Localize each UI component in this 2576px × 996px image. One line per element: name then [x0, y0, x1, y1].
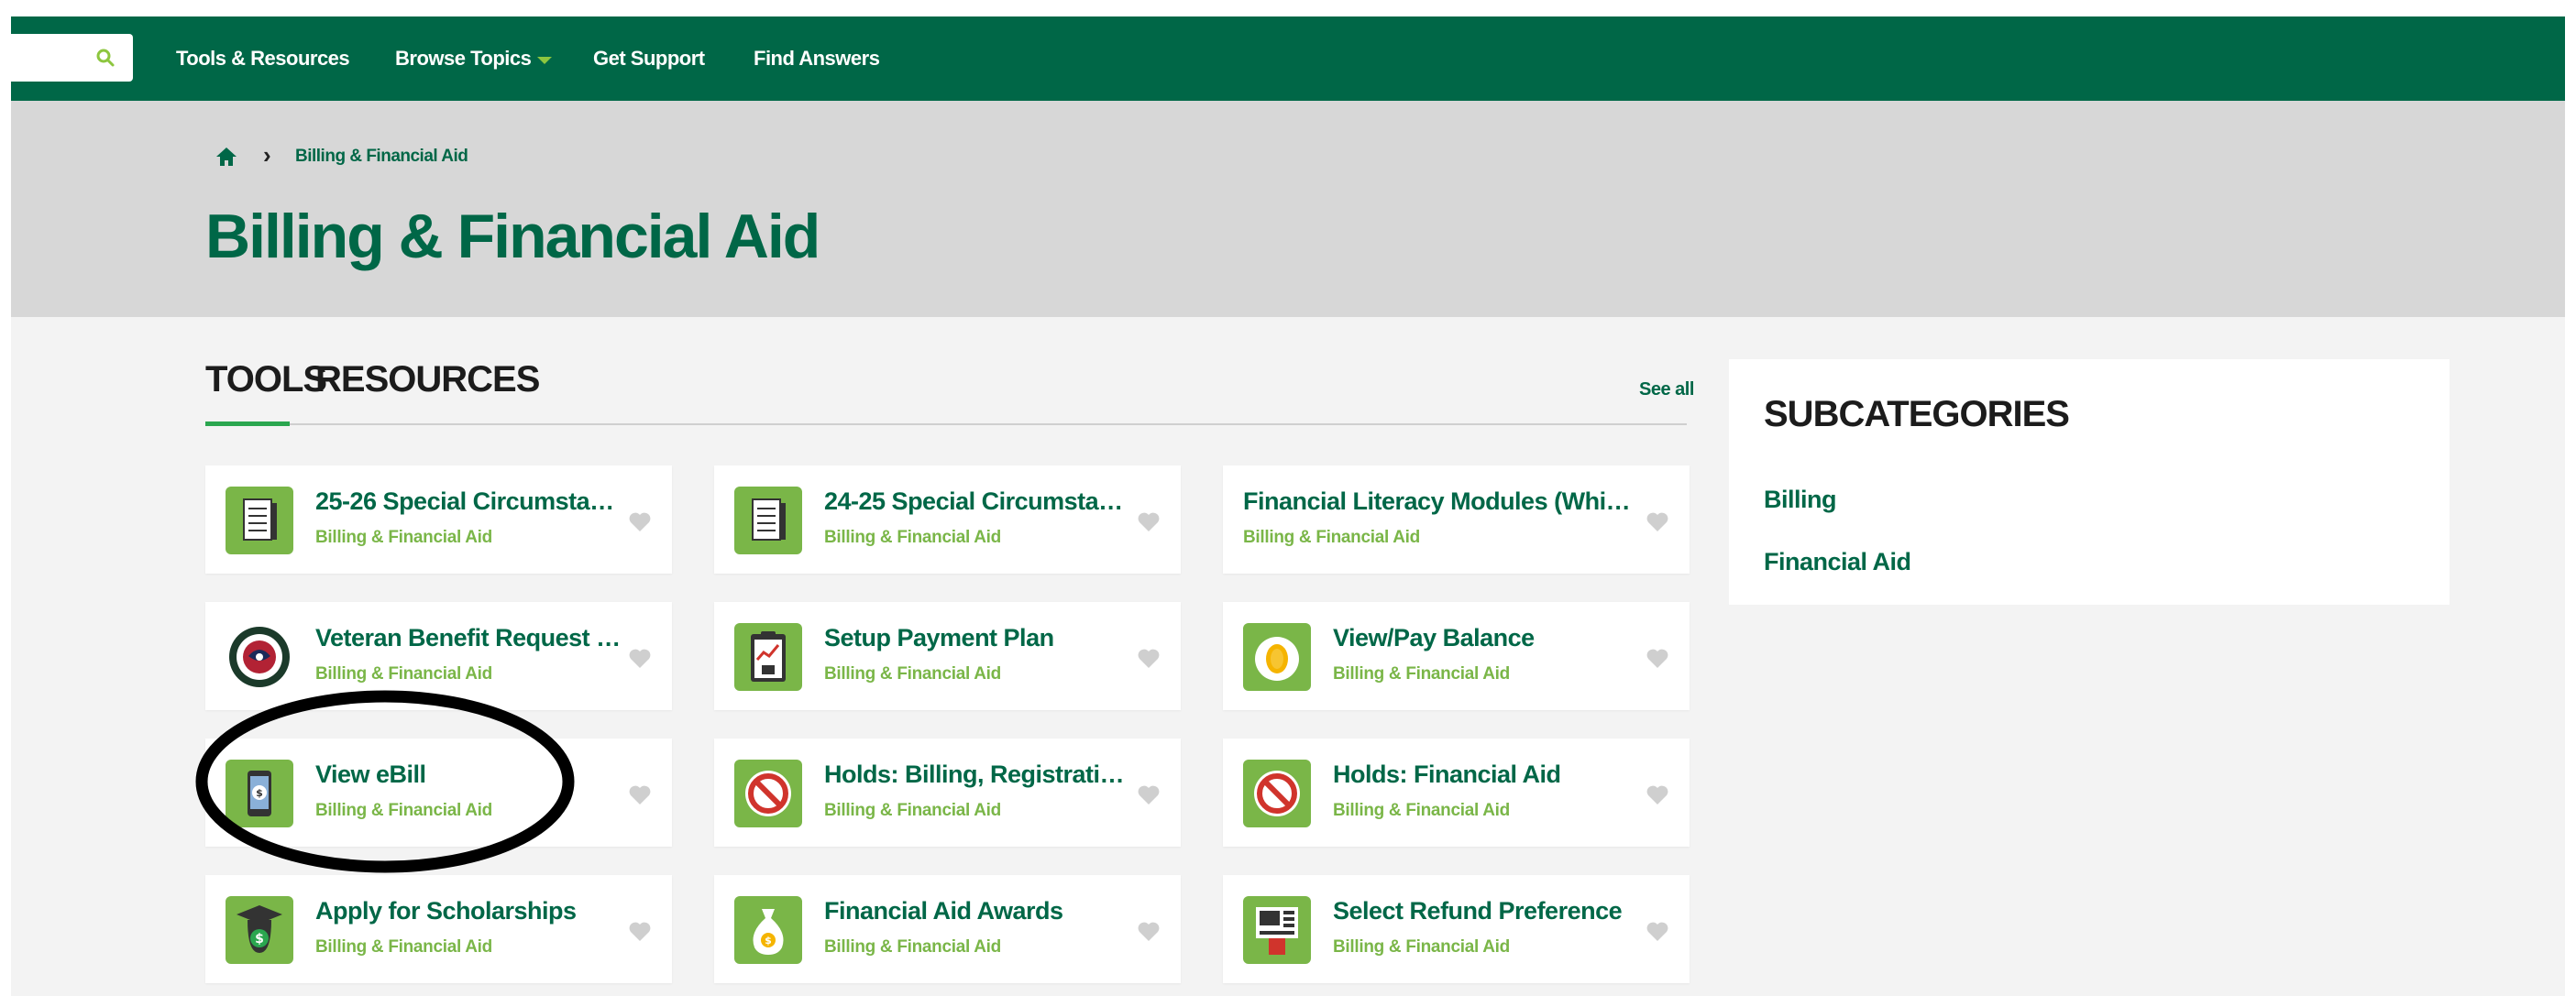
heart-icon[interactable] — [1646, 784, 1669, 806]
card-title[interactable]: Financial Literacy Modules (WhichWay) — [1243, 486, 1637, 517]
card-category: Billing & Financial Aid — [824, 937, 1001, 957]
heart-icon[interactable] — [1137, 511, 1161, 533]
card-category: Billing & Financial Aid — [315, 801, 492, 820]
card-category: Billing & Financial Aid — [824, 664, 1001, 684]
breadcrumb-current[interactable]: Billing & Financial Aid — [295, 147, 468, 167]
tool-card[interactable]: Setup Payment Plan Billing & Financial A… — [714, 602, 1181, 710]
tool-card[interactable]: $ Apply for Scholarships Billing & Finan… — [205, 875, 672, 983]
atm-icon — [1243, 896, 1311, 964]
graduation-money-icon: $ — [226, 896, 293, 964]
card-title[interactable]: Select Refund Preference — [1333, 895, 1645, 926]
card-title[interactable]: 25-26 Special Circumstance Request Form — [315, 486, 627, 517]
see-all-link[interactable]: See all — [1639, 379, 1694, 400]
card-title[interactable]: Apply for Scholarships — [315, 895, 627, 926]
tool-card[interactable]: Holds: Billing, Registration, Academic B… — [714, 739, 1181, 847]
subcategories-heading: SUBCATEGORIES — [1764, 394, 2070, 434]
top-navigation-bar: Tools & Resources Browse Topics Get Supp… — [11, 16, 2565, 101]
card-title[interactable]: Holds: Financial Aid — [1333, 759, 1645, 790]
heart-icon[interactable] — [1646, 648, 1669, 670]
page-header-banner: › Billing & Financial Aid Billing & Fina… — [11, 101, 2565, 317]
subcategory-link-financial-aid[interactable]: Financial Aid — [1764, 548, 1911, 576]
tool-card[interactable]: Holds: Financial Aid Billing & Financial… — [1223, 739, 1690, 847]
card-category: Billing & Financial Aid — [1243, 528, 1420, 547]
tab-resources[interactable]: RESOURCES — [315, 357, 540, 401]
tool-card[interactable]: $ Financial Aid Awards Billing & Financi… — [714, 875, 1181, 983]
prohibited-icon — [1243, 760, 1311, 827]
heart-icon[interactable] — [628, 921, 652, 943]
tool-card[interactable]: Financial Literacy Modules (WhichWay) Bi… — [1223, 465, 1690, 574]
subcategory-link-billing[interactable]: Billing — [1764, 486, 1837, 514]
heart-icon[interactable] — [1646, 511, 1669, 533]
tool-card[interactable]: Select Refund Preference Billing & Finan… — [1223, 875, 1690, 983]
clipboard-chart-icon — [734, 623, 802, 691]
page-title: Billing & Financial Aid — [205, 202, 820, 271]
active-tab-indicator — [205, 421, 290, 426]
heart-icon[interactable] — [628, 511, 652, 533]
heart-icon[interactable] — [1137, 648, 1161, 670]
veteran-seal-icon — [226, 623, 293, 691]
nav-get-support[interactable]: Get Support — [593, 42, 705, 75]
card-title[interactable]: Holds: Billing, Registration, Academic — [824, 759, 1136, 790]
card-category: Billing & Financial Aid — [824, 801, 1001, 820]
heart-icon[interactable] — [628, 648, 652, 670]
card-title[interactable]: Financial Aid Awards — [824, 895, 1136, 926]
heart-icon[interactable] — [1137, 921, 1161, 943]
card-category: Billing & Financial Aid — [315, 528, 492, 547]
subcategories-panel: SUBCATEGORIES Billing Financial Aid — [1729, 359, 2449, 605]
card-category: Billing & Financial Aid — [1333, 937, 1510, 957]
card-category: Billing & Financial Aid — [824, 528, 1001, 547]
money-bag-icon: $ — [734, 896, 802, 964]
home-icon[interactable] — [215, 145, 238, 169]
heart-icon[interactable] — [1646, 921, 1669, 943]
browser-viewport: Tools & Resources Browse Topics Get Supp… — [11, 16, 2565, 996]
nav-browse-topics[interactable]: Browse Topics — [395, 42, 532, 75]
card-category: Billing & Financial Aid — [1333, 664, 1510, 684]
nav-tools-resources[interactable]: Tools & Resources — [176, 42, 350, 75]
breadcrumb-separator-icon: › — [263, 141, 271, 169]
search-input[interactable] — [11, 34, 133, 82]
card-title[interactable]: Setup Payment Plan — [824, 622, 1136, 653]
tabs-divider — [205, 423, 1687, 425]
prohibited-icon — [734, 760, 802, 827]
phone-dollar-icon: $ — [226, 760, 293, 827]
form-checklist-icon — [226, 487, 293, 554]
coin-icon — [1243, 623, 1311, 691]
svg-text:$: $ — [765, 935, 772, 947]
card-title[interactable]: 24-25 Special Circumstance Request Form — [824, 486, 1136, 517]
form-checklist-icon — [734, 487, 802, 554]
tool-card[interactable]: Veteran Benefit Request Form Billing & F… — [205, 602, 672, 710]
card-category: Billing & Financial Aid — [1333, 801, 1510, 820]
card-title[interactable]: View eBill — [315, 759, 627, 790]
card-category: Billing & Financial Aid — [315, 937, 492, 957]
heart-icon[interactable] — [628, 784, 652, 806]
tool-card[interactable]: 24-25 Special Circumstance Request Form … — [714, 465, 1181, 574]
card-category: Billing & Financial Aid — [315, 664, 492, 684]
nav-find-answers[interactable]: Find Answers — [754, 42, 880, 75]
tool-card[interactable]: View/Pay Balance Billing & Financial Aid — [1223, 602, 1690, 710]
tab-tools[interactable]: TOOLS — [205, 357, 327, 401]
chevron-down-icon[interactable] — [537, 57, 552, 64]
heart-icon[interactable] — [1137, 784, 1161, 806]
svg-text:$: $ — [255, 932, 264, 947]
search-icon[interactable] — [94, 47, 116, 69]
tool-card[interactable]: $ View eBill Billing & Financial Aid — [205, 739, 672, 847]
svg-text:$: $ — [256, 787, 263, 799]
tool-card[interactable]: 25-26 Special Circumstance Request Form … — [205, 465, 672, 574]
card-title[interactable]: Veteran Benefit Request Form — [315, 622, 627, 653]
card-title[interactable]: View/Pay Balance — [1333, 622, 1645, 653]
